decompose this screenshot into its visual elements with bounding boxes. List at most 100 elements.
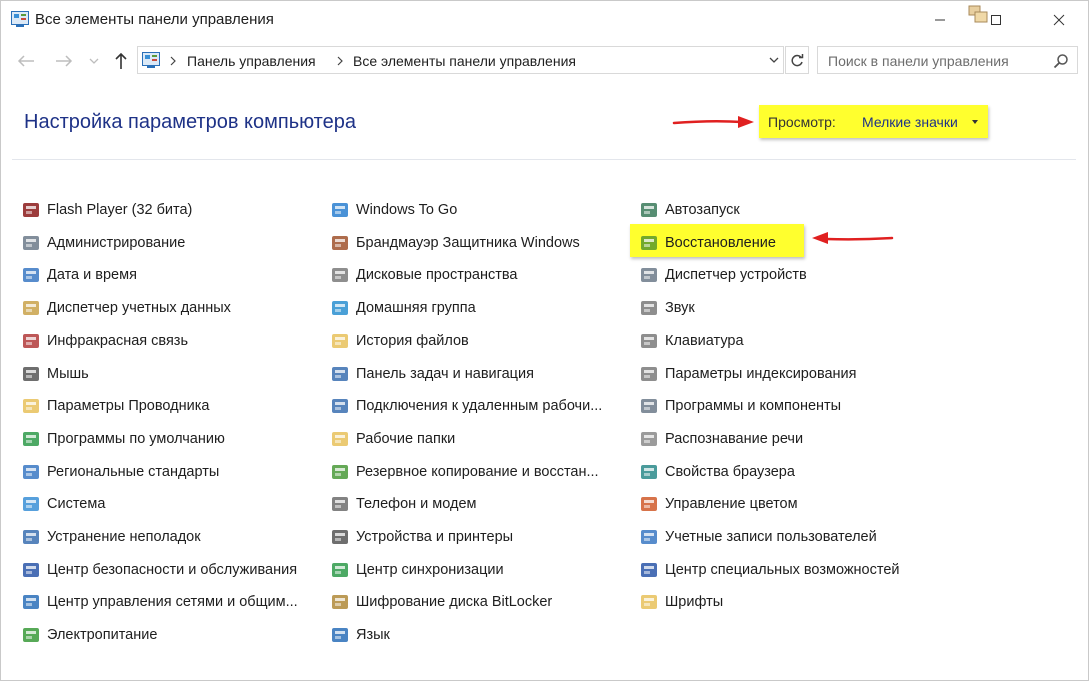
arrow-left-icon — [17, 55, 34, 67]
admin-tools-icon — [23, 235, 39, 250]
cp-item[interactable]: Звук — [640, 296, 695, 320]
cp-item-label: Дата и время — [47, 267, 137, 284]
cp-item[interactable]: Брандмауэр Защитника Windows — [331, 231, 580, 255]
cp-item[interactable]: Телефон и модем — [331, 492, 477, 516]
globe-clock-icon — [23, 464, 39, 479]
device-manager-icon — [641, 268, 657, 283]
cp-item[interactable]: Центр безопасности и обслуживания — [22, 558, 297, 582]
cp-item-label: Панель задач и навигация — [356, 365, 534, 382]
cp-item-label: Управление цветом — [665, 496, 798, 513]
cp-item[interactable]: История файлов — [331, 329, 469, 353]
header-divider — [12, 159, 1076, 160]
cp-item[interactable]: Центр синхронизации — [331, 558, 504, 582]
caret-down-icon[interactable] — [972, 120, 978, 124]
control-panel-icon — [142, 52, 160, 68]
minimize-button[interactable] — [917, 0, 963, 40]
search-box[interactable] — [817, 46, 1078, 74]
firewall-icon — [332, 235, 348, 250]
cp-item-label: Система — [47, 496, 106, 513]
recent-locations-button[interactable] — [86, 50, 102, 72]
cp-item[interactable]: Устройства и принтеры — [331, 525, 513, 549]
cp-item-label: Региональные стандарты — [47, 463, 220, 480]
cp-item-label: Инфракрасная связь — [47, 332, 189, 349]
cp-item[interactable]: Дата и время — [22, 263, 137, 287]
breadcrumb-all-items[interactable]: Все элементы панели управления — [353, 53, 576, 69]
cp-item-label: Диспетчер учетных данных — [47, 300, 231, 317]
cp-item-label: Свойства браузера — [665, 463, 795, 480]
printer-icon — [332, 530, 348, 544]
search-input[interactable] — [826, 51, 1050, 71]
cp-item[interactable]: Клавиатура — [640, 329, 744, 353]
cp-item[interactable]: Подключения к удаленным рабочи... — [331, 394, 602, 418]
cp-item-label: Восстановление — [665, 234, 776, 251]
cp-item[interactable]: Учетные записи пользователей — [640, 525, 877, 549]
folder-options-icon — [23, 399, 39, 414]
cp-item[interactable]: Мышь — [22, 362, 89, 386]
breadcrumb-control-panel[interactable]: Панель управления — [187, 53, 316, 69]
red-arrow-icon — [672, 116, 754, 128]
maximize-button[interactable] — [973, 0, 1019, 40]
indexing-icon — [641, 366, 657, 381]
address-bar[interactable]: Панель управления Все элементы панели уп… — [137, 46, 784, 74]
cp-item[interactable]: Диспетчер учетных данных — [22, 296, 231, 320]
cp-item[interactable]: Центр специальных возможностей — [640, 558, 900, 582]
cp-item-label: Диспетчер устройств — [665, 267, 807, 284]
arrow-up-icon — [115, 52, 127, 69]
users-icon — [641, 530, 657, 544]
cp-item-label: Программы по умолчанию — [47, 430, 225, 447]
forward-button[interactable] — [52, 50, 76, 72]
cp-item[interactable]: Рабочие папки — [331, 427, 455, 451]
cp-item[interactable]: Система — [22, 492, 105, 516]
cp-item-label: Центр специальных возможностей — [665, 561, 900, 578]
cp-item[interactable]: Программы по умолчанию — [22, 427, 225, 451]
view-selector[interactable]: Просмотр: Мелкие значки — [759, 105, 988, 138]
cp-item[interactable]: Flash Player (32 бита) — [22, 198, 192, 222]
cp-item-label: Домашняя группа — [356, 300, 476, 317]
view-value[interactable]: Мелкие значки — [862, 114, 958, 130]
red-arrow-icon — [812, 232, 894, 244]
chevron-down-icon[interactable] — [769, 56, 779, 64]
refresh-button[interactable] — [785, 46, 809, 74]
cp-item[interactable]: Свойства браузера — [640, 460, 795, 484]
cp-item[interactable]: Резервное копирование и восстан... — [331, 460, 599, 484]
credential-icon — [23, 301, 39, 316]
view-label: Просмотр: — [768, 114, 836, 130]
cp-item-label: Windows To Go — [356, 202, 458, 218]
cp-item[interactable]: Дисковые пространства — [331, 263, 517, 287]
cp-item-label: Центр синхронизации — [356, 561, 504, 578]
cp-item[interactable]: Параметры индексирования — [640, 362, 857, 386]
cp-item[interactable]: Электропитание — [22, 623, 157, 647]
default-programs-icon — [23, 431, 39, 446]
cp-item[interactable]: Центр управления сетями и общим... — [22, 590, 298, 614]
cp-item[interactable]: Восстановление — [640, 231, 776, 255]
cp-item[interactable]: Управление цветом — [640, 492, 798, 516]
cp-item[interactable]: Диспетчер устройств — [640, 263, 807, 287]
cp-item[interactable]: Администрирование — [22, 231, 185, 255]
cp-item[interactable]: Домашняя группа — [331, 296, 476, 320]
cp-item-label: Звук — [665, 300, 695, 317]
cp-item-label: Телефон и модем — [356, 496, 477, 513]
cp-item-label: Брандмауэр Защитника Windows — [356, 234, 580, 251]
cp-item[interactable]: Шрифты — [640, 590, 723, 614]
cp-item[interactable]: Региональные стандарты — [22, 460, 219, 484]
up-button[interactable] — [110, 50, 132, 72]
search-icon[interactable] — [1053, 53, 1069, 69]
cp-item[interactable]: Шифрование диска BitLocker — [331, 590, 552, 614]
close-button[interactable] — [1036, 0, 1082, 40]
cp-item[interactable]: Распознавание речи — [640, 427, 803, 451]
cp-item[interactable]: Windows To Go — [331, 198, 457, 222]
mouse-icon — [23, 366, 39, 381]
window-title: Все элементы панели управления — [35, 11, 274, 28]
cp-item[interactable]: Язык — [331, 623, 390, 647]
back-button[interactable] — [14, 50, 38, 72]
cp-item[interactable]: Программы и компоненты — [640, 394, 841, 418]
cp-item[interactable]: Автозапуск — [640, 198, 740, 222]
clock-icon — [23, 268, 39, 283]
cp-item[interactable]: Параметры Проводника — [22, 394, 209, 418]
cp-item[interactable]: Панель задач и навигация — [331, 362, 534, 386]
phone-icon — [332, 497, 348, 512]
cp-item[interactable]: Инфракрасная связь — [22, 329, 188, 353]
control-panel-icon — [11, 11, 29, 27]
cp-item[interactable]: Устранение неполадок — [22, 525, 201, 549]
cp-item-label: Дисковые пространства — [356, 267, 518, 284]
